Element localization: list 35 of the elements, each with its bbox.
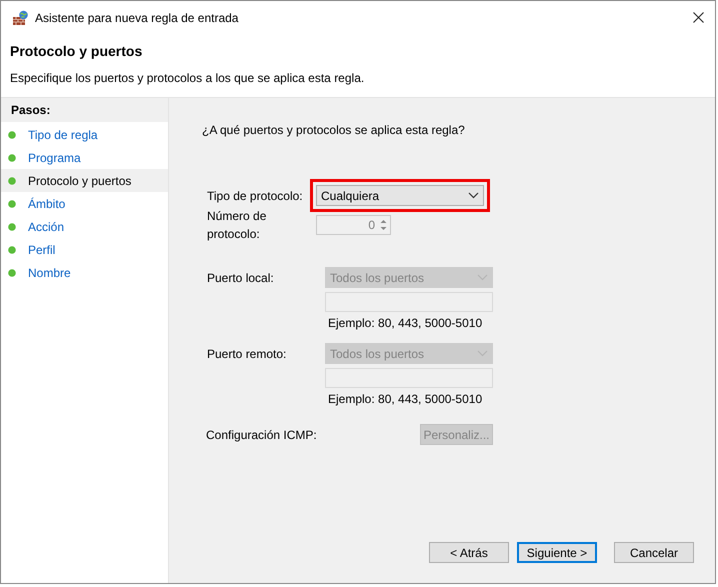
field-label: Puerto local: [206, 270, 275, 287]
status-dot-icon [8, 154, 16, 162]
status-dot-icon [8, 222, 16, 230]
wizard-button[interactable]: Siguiente > [517, 542, 597, 563]
status-dot-icon [8, 246, 16, 254]
ports-input[interactable] [325, 292, 493, 312]
step-item[interactable]: Ámbito [1, 192, 168, 215]
field-label: Tipo de protocolo: [206, 188, 304, 204]
page-subtitle: Especifique los puertos y protocolos a los que se aplica esta regla. [10, 70, 366, 87]
field-label: Configuración ICMP: [205, 426, 318, 444]
close-icon[interactable] [693, 12, 704, 23]
step-item[interactable]: Acción [1, 215, 168, 238]
wizard-button[interactable]: Cancelar [614, 542, 694, 563]
question-text: ¿A qué puertos y protocolos se aplica esta regla? [202, 122, 466, 139]
status-dot-icon [8, 130, 16, 138]
status-dot-icon [8, 176, 16, 184]
step-item[interactable]: Protocolo y puertos [1, 169, 168, 192]
page-title: Protocolo y puertos [10, 42, 144, 60]
step-item[interactable]: Tipo de regla [1, 123, 168, 146]
status-dot-icon [8, 268, 16, 276]
step-item[interactable]: Perfil [1, 238, 168, 261]
wizard-button[interactable]: < Atrás [429, 542, 509, 563]
example-text: Ejemplo: 80, 443, 5000-5010 [327, 391, 484, 408]
firewall-icon [12, 10, 29, 26]
field-label: Puerto remoto: [206, 346, 288, 363]
example-text: Ejemplo: 80, 443, 5000-5010 [327, 315, 484, 332]
step-item[interactable]: Programa [1, 146, 168, 169]
window-title: Asistente para nueva regla de entrada [35, 10, 238, 26]
dropdown[interactable]: Cualquiera [316, 185, 484, 206]
status-dot-icon [8, 200, 16, 208]
chevron-down-icon [468, 192, 479, 199]
steps-heading: Pasos: [1, 98, 168, 122]
field-label: Número de protocolo: [206, 208, 268, 243]
step-item[interactable]: Nombre [1, 261, 168, 284]
ports-input[interactable] [325, 368, 493, 388]
